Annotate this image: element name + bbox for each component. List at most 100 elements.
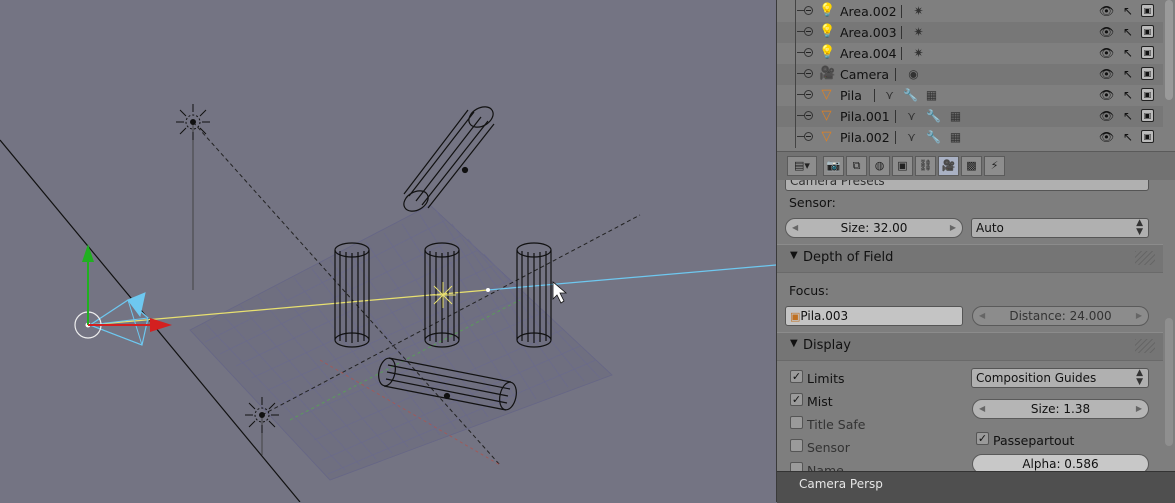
collapse-triangle-icon[interactable]: ▼ [790, 250, 798, 261]
expand-icon[interactable] [797, 27, 813, 36]
wrench-icon[interactable]: 🔧 [925, 128, 942, 146]
select-cursor-icon[interactable]: ↖ [1121, 130, 1135, 144]
render-icon[interactable]: ▣ [1141, 46, 1154, 59]
viewport-scene[interactable] [0, 0, 776, 502]
eye-icon[interactable]: 👁 [1099, 67, 1114, 81]
drag-grip-icon[interactable] [1135, 251, 1155, 265]
title-safe-checkbox[interactable] [790, 416, 803, 429]
alpha-slider[interactable]: Alpha: 0.586 [972, 454, 1149, 471]
outliner-row[interactable]: 💡 Area.004 ✷ 👁 ↖ ▣ [777, 41, 1163, 64]
camera-data-tab-icon[interactable]: 🎥 [938, 156, 959, 176]
lamp-data-icon[interactable]: ✷ [910, 2, 927, 20]
sensor-fit-select[interactable]: Auto ▲ ▼ [971, 218, 1149, 238]
outliner-row[interactable]: 🎥 Camera ◉ 👁 ↖ ▣ [777, 62, 1163, 85]
render-icon[interactable]: ▣ [1141, 25, 1154, 38]
eye-icon[interactable]: 👁 [1099, 130, 1114, 144]
render-icon[interactable]: ▣ [1141, 88, 1154, 101]
passepartout-checkbox[interactable]: ✓ [976, 432, 989, 445]
physics-tab-icon[interactable]: ⚡ [984, 156, 1005, 176]
render-layers-tab-icon[interactable]: ⧉ [846, 156, 867, 176]
material-icon[interactable]: ▦ [923, 86, 940, 104]
sensor-checkbox[interactable] [790, 439, 803, 452]
sensor-label: Sensor: [789, 195, 836, 210]
outliner-row[interactable]: ▽ Pila.001 ⋎ 🔧 ▦ 👁 ↖ ▣ [777, 104, 1163, 127]
select-cursor-icon[interactable]: ↖ [1121, 4, 1135, 18]
eye-icon[interactable]: 👁 [1099, 88, 1114, 102]
outliner[interactable]: 💡 Area.002 ✷ 👁 ↖ ▣ 💡 Area.003 ✷ 👁 ↖ ▣ 💡 … [777, 0, 1175, 151]
composition-guides-select[interactable]: Composition Guides ▲ ▼ [971, 368, 1149, 388]
outliner-row[interactable]: 💡 Area.003 ✷ 👁 ↖ ▣ [777, 20, 1163, 43]
eye-icon[interactable]: 👁 [1099, 109, 1114, 123]
expand-icon[interactable] [797, 6, 813, 15]
outliner-item-name[interactable]: Pila.001 [840, 109, 890, 124]
outliner-row[interactable]: 💡 Area.002 ✷ 👁 ↖ ▣ [777, 0, 1163, 22]
select-cursor-icon[interactable]: ↖ [1121, 25, 1135, 39]
increment-arrow-icon[interactable]: ▶ [1136, 400, 1142, 418]
camera-data-icon[interactable]: ◉ [905, 65, 922, 83]
cylinder-pila-001[interactable] [516, 242, 552, 348]
texture-tab-icon[interactable]: ▩ [961, 156, 982, 176]
select-cursor-icon[interactable]: ↖ [1121, 67, 1135, 81]
increment-arrow-icon[interactable]: ▶ [1136, 307, 1142, 325]
outliner-row[interactable]: ▽ Pila ⋎ 🔧 ▦ 👁 ↖ ▣ [777, 83, 1163, 106]
lamp-data-icon[interactable]: ✷ [910, 23, 927, 41]
lamp-data-icon[interactable]: ✷ [910, 44, 927, 62]
cylinder-pila-002[interactable] [400, 103, 497, 216]
focus-object-field[interactable]: ▣Pila.003 [785, 306, 963, 326]
name-checkbox[interactable] [790, 462, 803, 471]
eye-icon[interactable]: 👁 [1099, 4, 1114, 18]
decrement-arrow-icon[interactable]: ◀ [979, 307, 985, 325]
outliner-row[interactable]: ▽ Pila.002 ⋎ 🔧 ▦ 👁 ↖ ▣ [777, 125, 1163, 148]
outliner-scrollbar[interactable] [1165, 0, 1173, 100]
material-icon[interactable]: ▦ [947, 107, 964, 125]
camera-object[interactable] [74, 292, 149, 346]
outliner-item-name[interactable]: Camera [840, 67, 889, 82]
expand-icon[interactable] [797, 48, 813, 57]
3d-viewport[interactable] [0, 0, 776, 502]
expand-icon[interactable] [797, 69, 813, 78]
cylinder-pila[interactable] [334, 242, 370, 348]
wrench-icon[interactable]: 🔧 [902, 86, 919, 104]
render-icon[interactable]: ▣ [1141, 4, 1154, 17]
wrench-icon[interactable]: 🔧 [925, 107, 942, 125]
decrement-arrow-icon[interactable]: ◀ [792, 219, 798, 237]
camera-presets-menu[interactable]: Camera Presets [785, 180, 1149, 191]
world-tab-icon[interactable]: ◍ [869, 156, 890, 176]
sensor-size-field[interactable]: ◀ Size: 32.00 ▶ [785, 218, 963, 238]
editor-type-icon[interactable]: ▤▾ [787, 156, 817, 176]
expand-icon[interactable] [797, 111, 813, 120]
distance-field[interactable]: ◀ Distance: 24.000 ▶ [972, 306, 1149, 326]
mist-checkbox[interactable]: ✓ [790, 393, 803, 406]
outliner-item-name[interactable]: Pila.002 [840, 130, 890, 145]
mesh-data-icon[interactable]: ⋎ [903, 128, 920, 146]
mesh-data-icon[interactable]: ⋎ [903, 107, 920, 125]
drag-grip-icon[interactable] [1135, 339, 1155, 353]
outliner-item-name[interactable]: Area.004 [840, 46, 897, 61]
outliner-item-name[interactable]: Area.003 [840, 25, 897, 40]
properties-scrollbar[interactable] [1165, 318, 1173, 446]
select-cursor-icon[interactable]: ↖ [1121, 109, 1135, 123]
mesh-data-icon[interactable]: ⋎ [881, 86, 898, 104]
render-icon[interactable]: ▣ [1141, 130, 1154, 143]
object-tab-icon[interactable]: ▣ [892, 156, 913, 176]
render-icon[interactable]: ▣ [1141, 67, 1154, 80]
constraints-tab-icon[interactable]: ⛓ [915, 156, 936, 176]
collapse-triangle-icon[interactable]: ▼ [790, 338, 798, 349]
select-cursor-icon[interactable]: ↖ [1121, 88, 1135, 102]
display-size-field[interactable]: ◀ Size: 1.38 ▶ [972, 399, 1149, 419]
limits-checkbox[interactable]: ✓ [790, 370, 803, 383]
increment-arrow-icon[interactable]: ▶ [950, 219, 956, 237]
depth-of-field-header[interactable]: ▼ Depth of Field [777, 244, 1163, 273]
render-icon[interactable]: ▣ [1141, 109, 1154, 122]
expand-icon[interactable] [797, 90, 813, 99]
eye-icon[interactable]: 👁 [1099, 25, 1114, 39]
outliner-item-name[interactable]: Pila [840, 88, 862, 103]
decrement-arrow-icon[interactable]: ◀ [979, 400, 985, 418]
select-cursor-icon[interactable]: ↖ [1121, 46, 1135, 60]
eye-icon[interactable]: 👁 [1099, 46, 1114, 60]
material-icon[interactable]: ▦ [947, 128, 964, 146]
render-tab-icon[interactable]: 📷 [823, 156, 844, 176]
display-header[interactable]: ▼ Display [777, 332, 1163, 361]
expand-icon[interactable] [797, 132, 813, 141]
outliner-item-name[interactable]: Area.002 [840, 4, 897, 19]
